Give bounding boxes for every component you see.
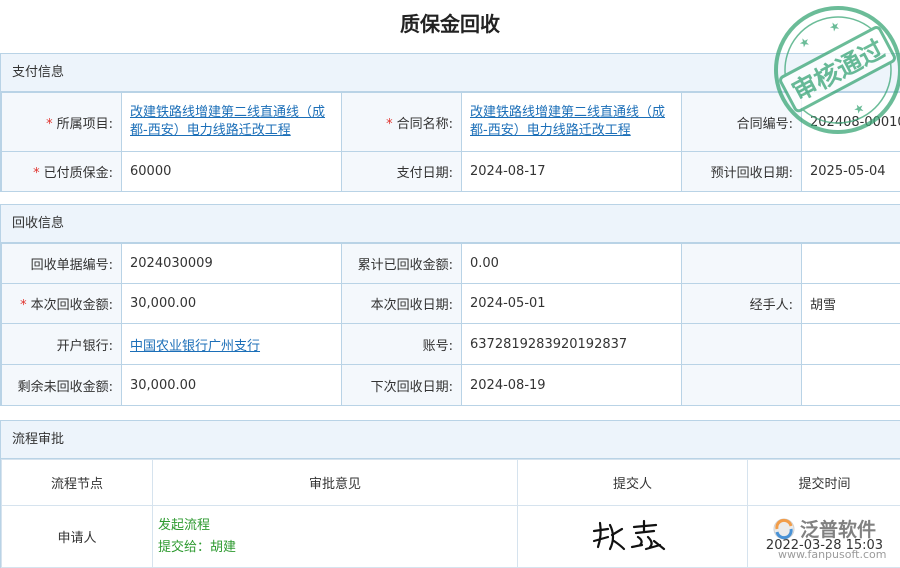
contract-name-link[interactable]: 改建铁路线增建第二线直通线（成都-西安）电力线路迁改工程 (470, 105, 665, 138)
contract-name-label: *合同名称: (342, 93, 462, 152)
required-mark: * (46, 117, 53, 132)
row-submitter-signature (518, 506, 748, 568)
fanpu-logo-icon: 泛普软件 www.fanpusoft.com (770, 516, 900, 563)
recovery-date-value: 2024-05-01 (462, 284, 682, 324)
required-mark: * (33, 166, 40, 181)
signature-image (588, 515, 678, 555)
empty-label-cell (682, 324, 802, 365)
amount-value: 30,000.00 (122, 284, 342, 324)
svg-text:★: ★ (827, 18, 843, 35)
doc-no-value: 2024030009 (122, 244, 342, 284)
recovery-section: 回收信息 回收单据编号: 2024030009 累计已回收金额: 0.00 *本… (0, 204, 900, 406)
svg-text:★: ★ (851, 100, 867, 117)
recovery-date-label: 本次回收日期: (342, 284, 462, 324)
svg-text:★: ★ (797, 34, 813, 51)
bank-label: 开户银行: (2, 324, 122, 365)
approved-stamp-icon: 审核通过 ★ ★ ★ (770, 2, 900, 138)
payment-section-heading: 支付信息 (1, 53, 900, 92)
next-date-value: 2024-08-19 (462, 365, 682, 406)
empty-label-cell (682, 365, 802, 406)
cumulative-label: 累计已回收金额: (342, 244, 462, 284)
payment-section: 支付信息 *所属项目: 改建铁路线增建第二线直通线（成都-西安）电力线路迁改工程… (0, 53, 900, 192)
next-date-label: 下次回收日期: (342, 365, 462, 406)
account-value: 6372819283920192837 (462, 324, 682, 365)
contract-name-cell: 改建铁路线增建第二线直通线（成都-西安）电力线路迁改工程 (462, 93, 682, 152)
doc-no-label: 回收单据编号: (2, 244, 122, 284)
brand-watermark: 泛普软件 www.fanpusoft.com (770, 516, 900, 563)
required-mark: * (20, 298, 27, 313)
recovery-section-heading: 回收信息 (1, 204, 900, 243)
project-label: *所属项目: (2, 93, 122, 152)
empty-value-cell (802, 365, 900, 406)
remaining-value: 30,000.00 (122, 365, 342, 406)
expected-date-label: 预计回收日期: (682, 152, 802, 192)
approval-section: 流程审批 流程节点 审批意见 提交人 提交时间 申请人 发起流程 提交给：胡建 … (0, 420, 900, 568)
project-value-cell: 改建铁路线增建第二线直通线（成都-西安）电力线路迁改工程 (122, 93, 342, 152)
recovery-table: 回收单据编号: 2024030009 累计已回收金额: 0.00 *本次回收金额… (1, 243, 900, 406)
approval-table: 流程节点 审批意见 提交人 提交时间 申请人 发起流程 提交给：胡建 2022-… (1, 459, 900, 568)
amount-label: *本次回收金额: (2, 284, 122, 324)
account-label: 账号: (342, 324, 462, 365)
cumulative-value: 0.00 (462, 244, 682, 284)
empty-value-cell (802, 244, 900, 284)
remaining-label: 剩余未回收金额: (2, 365, 122, 406)
paid-value: 60000 (122, 152, 342, 192)
project-link[interactable]: 改建铁路线增建第二线直通线（成都-西安）电力线路迁改工程 (130, 105, 325, 138)
opinion-line-2: 提交给：胡建 (158, 537, 516, 559)
empty-value-cell (802, 324, 900, 365)
pay-date-label: 支付日期: (342, 152, 462, 192)
handler-label: 经手人: (682, 284, 802, 324)
row-opinion: 发起流程 提交给：胡建 (153, 506, 518, 568)
handler-value: 胡雪 (802, 284, 900, 324)
column-header-submitter: 提交人 (518, 460, 748, 506)
payment-table: *所属项目: 改建铁路线增建第二线直通线（成都-西安）电力线路迁改工程 *合同名… (1, 92, 900, 192)
bank-value-cell: 中国农业银行广州支行 (122, 324, 342, 365)
svg-text:泛普软件: 泛普软件 (800, 518, 876, 541)
row-node: 申请人 (2, 506, 153, 568)
column-header-node: 流程节点 (2, 460, 153, 506)
approval-section-heading: 流程审批 (1, 420, 900, 459)
expected-date-value: 2025-05-04 (802, 152, 900, 192)
paid-label: *已付质保金: (2, 152, 122, 192)
empty-label-cell (682, 244, 802, 284)
column-header-time: 提交时间 (748, 460, 900, 506)
page-title: 质保金回收 (0, 0, 900, 52)
svg-text:www.fanpusoft.com: www.fanpusoft.com (778, 548, 886, 561)
pay-date-value: 2024-08-17 (462, 152, 682, 192)
opinion-line-1: 发起流程 (158, 515, 516, 537)
bank-link[interactable]: 中国农业银行广州支行 (130, 339, 260, 354)
column-header-opinion: 审批意见 (153, 460, 518, 506)
table-row: 申请人 发起流程 提交给：胡建 2022-03-28 15:03 (2, 506, 900, 568)
required-mark: * (386, 117, 393, 132)
